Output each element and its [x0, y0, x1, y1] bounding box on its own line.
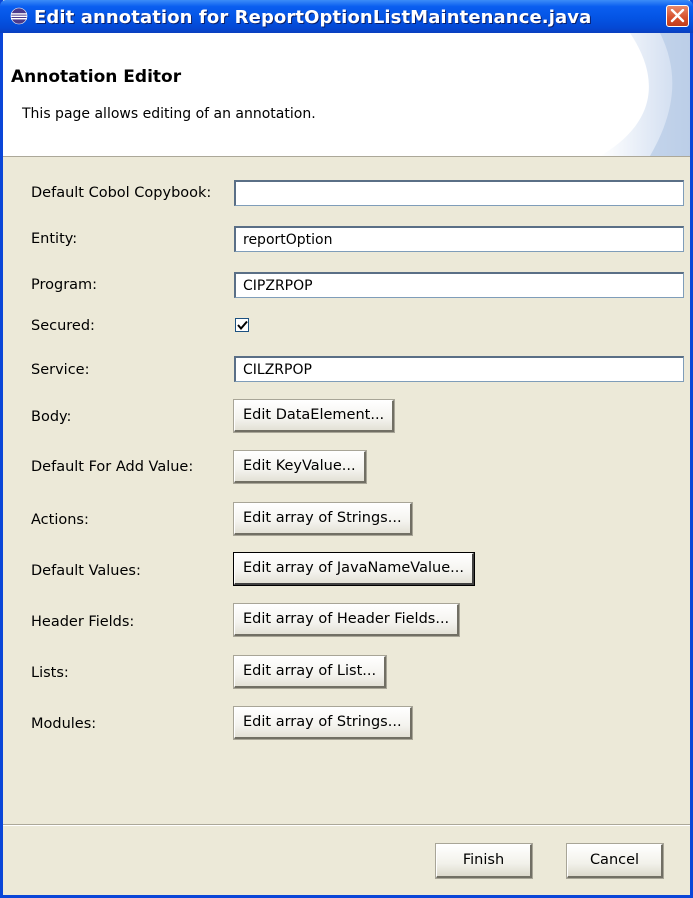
label-lists: Lists: [31, 665, 69, 681]
close-icon [670, 9, 685, 23]
label-default-cobol-copybook: Default Cobol Copybook: [31, 185, 212, 201]
banner-title: Annotation Editor [11, 67, 182, 87]
wizard-banner: Annotation Editor This page allows editi… [3, 33, 690, 157]
edit-javanamevalue-button[interactable]: Edit array of JavaNameValue... [233, 552, 475, 586]
title-bar[interactable]: Edit annotation for ReportOptionListMain… [0, 0, 693, 33]
label-body: Body: [31, 409, 72, 425]
finish-button[interactable]: Finish [435, 843, 533, 879]
dialog-window: Edit annotation for ReportOptionListMain… [0, 0, 693, 898]
eclipse-icon [10, 7, 28, 25]
default-cobol-copybook-field[interactable] [234, 180, 684, 206]
edit-header-fields-button[interactable]: Edit array of Header Fields... [232, 603, 461, 637]
label-default-for-add-value: Default For Add Value: [31, 459, 194, 475]
window-title: Edit annotation for ReportOptionListMain… [34, 7, 592, 28]
annotation-form: Default Cobol Copybook: Entity: reportOp… [3, 157, 690, 824]
label-default-values: Default Values: [31, 563, 141, 579]
service-field[interactable]: CILZRPOP [234, 356, 684, 382]
label-secured: Secured: [31, 318, 95, 334]
label-entity: Entity: [31, 231, 78, 247]
edit-actions-strings-button[interactable]: Edit array of Strings... [233, 502, 413, 536]
footer-separator [3, 824, 690, 826]
label-program: Program: [31, 277, 98, 293]
label-service: Service: [31, 362, 90, 378]
label-actions: Actions: [31, 512, 89, 528]
banner-description: This page allows editing of an annotatio… [22, 106, 316, 122]
entity-field[interactable]: reportOption [234, 226, 684, 252]
edit-keyvalue-button[interactable]: Edit KeyValue... [233, 450, 367, 484]
label-modules: Modules: [31, 716, 97, 732]
label-header-fields: Header Fields: [31, 614, 135, 630]
edit-modules-strings-button[interactable]: Edit array of Strings... [233, 706, 413, 740]
edit-list-button[interactable]: Edit array of List... [232, 655, 388, 689]
close-button[interactable] [666, 5, 689, 27]
secured-checkbox[interactable] [235, 318, 249, 332]
banner-graphic [600, 33, 690, 156]
program-field[interactable]: CIPZRPOP [234, 272, 684, 298]
checkmark-icon [237, 320, 248, 331]
cancel-button[interactable]: Cancel [566, 843, 664, 879]
edit-dataelement-button[interactable]: Edit DataElement... [232, 399, 396, 433]
